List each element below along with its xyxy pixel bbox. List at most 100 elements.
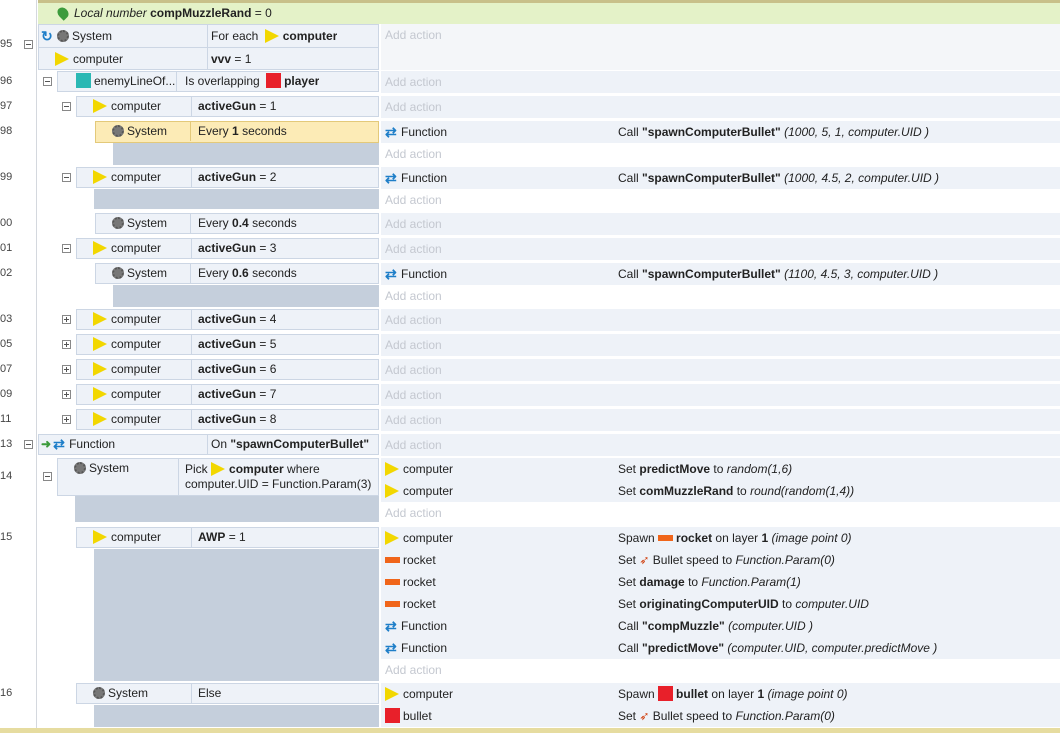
action-row[interactable]: computer Spawn rocket on layer 1 (image …	[381, 527, 1060, 549]
sprite-icon	[93, 99, 107, 113]
add-action-button[interactable]: Add action	[381, 143, 1060, 165]
object-name: computer	[403, 484, 454, 498]
action-object: ⇄ Function	[385, 121, 447, 143]
add-action-button[interactable]: Add action	[381, 213, 1060, 235]
condition-text: For each computer	[211, 25, 337, 47]
action-row[interactable]: ⇄ Function Call "spawnComputerBullet" (10…	[381, 121, 1060, 143]
add-action-button[interactable]: Add action	[381, 96, 1060, 118]
condition-text: Every 0.6 seconds	[198, 264, 297, 283]
add-action-button[interactable]: Add action	[381, 189, 1060, 211]
event-99-conditions[interactable]: computer activeGun = 2	[76, 167, 379, 188]
sprite-icon	[93, 362, 107, 376]
expression: Function.Param(0)	[735, 709, 835, 723]
action-row[interactable]: ⇄ Function Call "spawnComputerBullet" (11…	[381, 263, 1060, 285]
event-101-conditions[interactable]: computer activeGun = 3	[76, 238, 379, 259]
object-ref: bullet	[676, 687, 709, 701]
collapse-toggle[interactable]	[43, 472, 52, 481]
function-name: "spawnComputerBullet"	[642, 267, 781, 281]
event-100-conditions[interactable]: System Every 0.4 seconds	[95, 213, 379, 234]
expand-toggle[interactable]	[62, 340, 71, 349]
collapse-toggle[interactable]	[62, 102, 71, 111]
bullet-behavior-icon: ➶	[639, 709, 650, 723]
object-name: bullet	[403, 709, 432, 723]
add-action-button[interactable]: Add action	[381, 502, 1060, 524]
action-verb: Set	[618, 709, 637, 723]
add-action-button[interactable]: Add action	[381, 309, 1060, 331]
add-action-button[interactable]: Add action	[381, 285, 1060, 307]
action-verb: Call	[618, 619, 639, 633]
action-row[interactable]: computer Set predictMove to random(1,6)	[381, 458, 1060, 480]
add-action-button[interactable]: Add action	[381, 659, 1060, 681]
condition-text: activeGun = 8	[198, 410, 276, 429]
add-action-button[interactable]: Add action	[381, 384, 1060, 406]
collapse-toggle[interactable]	[62, 173, 71, 182]
variable-value: = 1	[234, 52, 252, 66]
collapsed-event-conditions[interactable]: computer activeGun = 7	[76, 384, 379, 405]
action-row[interactable]: bullet Set ➶ Bullet speed to Function.Pa…	[381, 705, 1060, 727]
event-96-conditions[interactable]: enemyLineOf... Is overlapping player	[57, 71, 379, 92]
action-row[interactable]: rocket Set originatingComputerUID to com…	[381, 593, 1060, 615]
event-102-conditions[interactable]: System Every 0.6 seconds	[95, 263, 379, 284]
object-name: Function	[401, 125, 448, 139]
condition-text: activeGun = 6	[198, 360, 276, 379]
action-object: rocket	[385, 593, 436, 615]
event-95-conditions[interactable]: ↻ System For each computer computer vvv =…	[38, 24, 379, 70]
action-verb: Call	[618, 641, 639, 655]
local-variable-row[interactable]: Local number compMuzzleRand = 0	[38, 3, 1060, 24]
action-row[interactable]: ⇄ Function Call "compMuzzle" (computer.UI…	[381, 615, 1060, 637]
add-action-button[interactable]: Add action	[381, 434, 1060, 456]
event-115-conditions[interactable]: computer AWP = 1	[76, 527, 379, 548]
action-text: Spawn bullet on layer 1 (image point 0)	[618, 683, 848, 705]
expand-toggle[interactable]	[62, 415, 71, 424]
add-action-button[interactable]: Add action	[381, 409, 1060, 431]
add-action-button[interactable]: Add action	[381, 238, 1060, 260]
collapse-toggle[interactable]	[43, 77, 52, 86]
object-name: System	[72, 29, 113, 43]
object-name: rocket	[403, 553, 436, 567]
condition-text: activeGun = 4	[198, 310, 276, 329]
event-98-conditions[interactable]: System Every 1 seconds	[95, 121, 379, 143]
action-object: rocket	[385, 549, 436, 571]
collapsed-event-conditions[interactable]: computer activeGun = 5	[76, 334, 379, 355]
variable-name: AWP	[198, 530, 226, 544]
action-row[interactable]: computer Set comMuzzleRand to round(rand…	[381, 480, 1060, 502]
action-row[interactable]: ⇄ Function Call "predictMove" (computer.U…	[381, 637, 1060, 659]
event-116-conditions[interactable]: System Else	[76, 683, 379, 704]
seconds-label: seconds	[252, 266, 297, 280]
collapse-toggle[interactable]	[24, 40, 33, 49]
pin-icon	[55, 5, 71, 21]
collapsed-event-conditions[interactable]: computer activeGun = 4	[76, 309, 379, 330]
collapse-toggle[interactable]	[24, 440, 33, 449]
collapse-toggle[interactable]	[62, 244, 71, 253]
collapsed-event-conditions[interactable]: computer activeGun = 8	[76, 409, 379, 430]
collapsed-event-conditions[interactable]: computer activeGun = 6	[76, 359, 379, 380]
action-object: computer	[385, 683, 453, 705]
expand-toggle[interactable]	[62, 390, 71, 399]
action-row[interactable]: computer Spawn bullet on layer 1 (image …	[381, 683, 1060, 705]
action-bold: damage	[639, 575, 685, 589]
action-row[interactable]: rocket Set damage to Function.Param(1)	[381, 571, 1060, 593]
condition-text: activeGun = 3	[198, 239, 276, 258]
sprite-icon	[93, 387, 107, 401]
add-action-button[interactable]: Add action	[381, 71, 1060, 93]
action-bold-2: 1	[761, 531, 769, 545]
add-action-button[interactable]: Add action	[381, 334, 1060, 356]
action-row[interactable]: rocket Set ➶ Bullet speed to Function.Pa…	[381, 549, 1060, 571]
expand-toggle[interactable]	[62, 315, 71, 324]
condition-object: computer	[93, 97, 192, 116]
add-action-button[interactable]: Add action	[381, 24, 1060, 46]
add-action-button[interactable]: Add action	[381, 359, 1060, 381]
condition-object: computer	[93, 335, 192, 354]
expand-toggle[interactable]	[62, 365, 71, 374]
sprite-icon	[385, 531, 399, 545]
sprite-icon	[93, 337, 107, 351]
event-97-conditions[interactable]: computer activeGun = 1	[76, 96, 379, 117]
event-114-conditions[interactable]: System Pick computer where computer.UID =…	[57, 458, 379, 496]
event-113-conditions[interactable]: ➜ ⇄ Function On "spawnComputerBullet"	[38, 434, 379, 455]
action-row[interactable]: ⇄ Function Call "spawnComputerBullet" (10…	[381, 167, 1060, 189]
action-text: Set damage to Function.Param(1)	[618, 571, 801, 593]
line-number: 15	[0, 531, 13, 543]
function-args: (1100, 4.5, 3, computer.UID )	[784, 267, 939, 281]
condition-text: activeGun = 7	[198, 385, 276, 404]
condition-object: System	[112, 122, 191, 141]
